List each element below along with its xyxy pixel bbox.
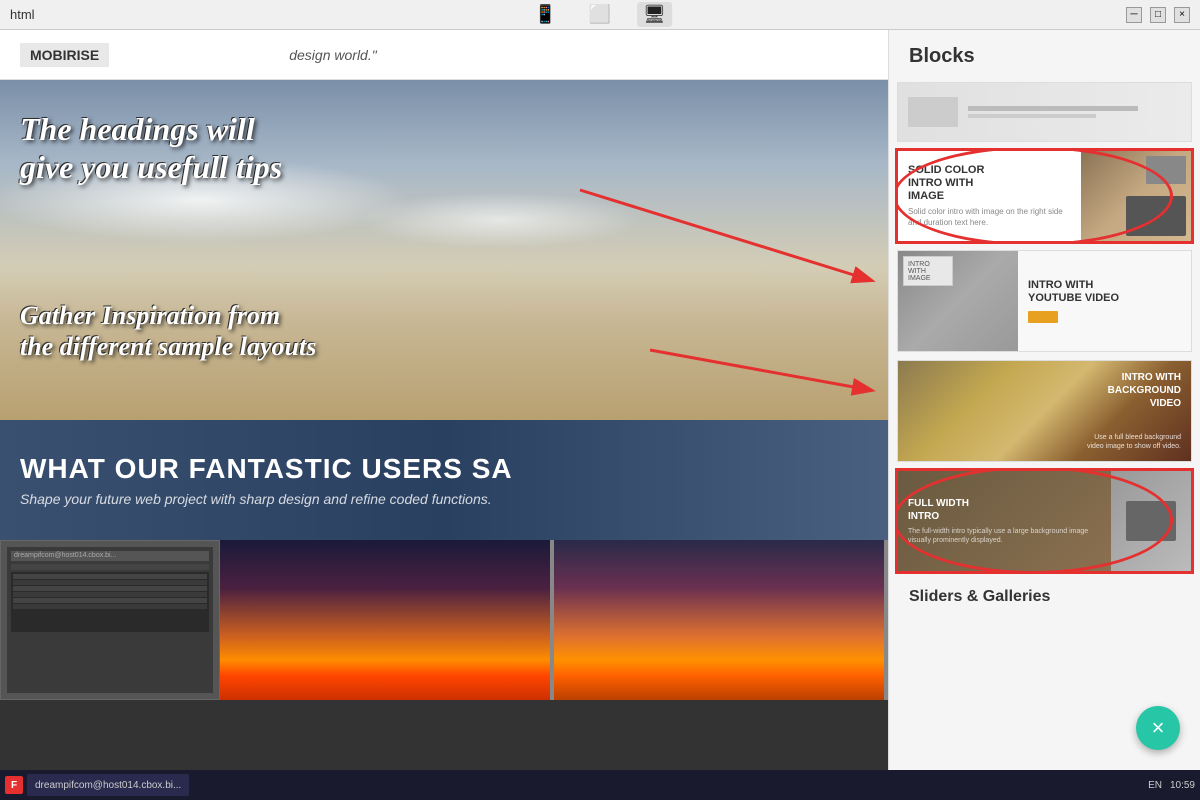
card-fullwidth-text: The full-width intro typically use a lar… <box>908 527 1101 545</box>
card-youtube-left: INTRO WITHIMAGE <box>898 251 1018 351</box>
block-card-solid-intro[interactable]: SOLID COLORINTRO WITHIMAGE Solid color i… <box>897 150 1192 242</box>
block-card-youtube[interactable]: INTRO WITHIMAGE INTRO WITHYOUTUBE VIDEO <box>897 250 1192 352</box>
taskbar-app-icon[interactable]: F <box>5 776 23 794</box>
testimonial-section: WHAT OUR FANTASTIC USERS SA Shape your f… <box>0 420 888 540</box>
hero-text-1: The headings willgive you usefull tips <box>20 110 282 187</box>
content-area: MOBIRISE design world." The headings wil… <box>0 30 888 800</box>
card-fullwidth-title: FULL WIDTHINTRO <box>908 497 1101 523</box>
sidebar-title: Blocks <box>889 30 1200 78</box>
card-youtube-btn <box>1028 311 1058 323</box>
sidebar[interactable]: Blocks SOLID COLORINTRO WITHIMAGE Solid … <box>888 30 1200 800</box>
taskbar-time: 10:59 <box>1170 780 1195 791</box>
title-bar: html 📱 ⬜ 🖥 ─ □ × <box>0 0 1200 30</box>
taskbar-right: EN 10:59 <box>1148 780 1195 791</box>
strip-file-manager: dreampifcom@host014.cbox.bi... <box>0 540 220 700</box>
window-controls: ─ □ × <box>1126 7 1190 23</box>
hero-text-2: Gather Inspiration fromthe different sam… <box>20 300 316 362</box>
desktop-view-icon[interactable]: 🖥 <box>637 2 672 27</box>
block-card-slim[interactable] <box>897 82 1192 142</box>
view-toggle: 📱 ⬜ 🖥 <box>528 2 672 27</box>
card-youtube-title: INTRO WITHYOUTUBE VIDEO <box>1028 279 1181 305</box>
card-youtube-right: INTRO WITHYOUTUBE VIDEO <box>1018 251 1191 351</box>
block-card-fullwidth[interactable]: FULL WIDTHINTRO The full-width intro typ… <box>897 470 1192 572</box>
strip-image-1 <box>220 540 550 700</box>
block-card-bgvideo[interactable]: INTRO WITHBACKGROUNDVIDEO Use a full ble… <box>897 360 1192 462</box>
quote-text: design world." <box>289 47 376 63</box>
card-bgvideo-desc: Use a full bleed background video image … <box>1081 433 1181 451</box>
tablet-view-icon[interactable]: ⬜ <box>583 2 617 27</box>
card-solid-left: SOLID COLORINTRO WITHIMAGE Solid color i… <box>898 151 1081 241</box>
maximize-button[interactable]: □ <box>1150 7 1166 23</box>
file-manager-preview: dreampifcom@host014.cbox.bi... <box>6 546 214 694</box>
main-layout: MOBIRISE design world." The headings wil… <box>0 30 1200 800</box>
fab-close-button[interactable]: × <box>1136 706 1180 750</box>
card-bgvideo-inner: INTRO WITHBACKGROUNDVIDEO Use a full ble… <box>898 361 1191 461</box>
sliders-section-label: Sliders & Galleries <box>889 576 1200 614</box>
card-youtube-inner: INTRO WITHIMAGE INTRO WITHYOUTUBE VIDEO <box>898 251 1191 351</box>
card-solid-title: SOLID COLORINTRO WITHIMAGE <box>908 164 1071 204</box>
brand-logo: MOBIRISE <box>20 43 109 67</box>
image-strip: dreampifcom@host014.cbox.bi... <box>0 540 888 700</box>
hero-section: The headings willgive you usefull tips G… <box>0 80 888 420</box>
top-nav: MOBIRISE design world." <box>0 30 888 80</box>
title-filename: html <box>10 7 35 22</box>
mobile-view-icon[interactable]: 📱 <box>528 2 562 27</box>
testimonial-heading: WHAT OUR FANTASTIC USERS SA <box>20 453 868 485</box>
taskbar-item-filemanager[interactable]: dreampifcom@host014.cbox.bi... <box>27 774 189 796</box>
taskbar-locale: EN <box>1148 780 1162 791</box>
card-solid-right <box>1081 151 1191 241</box>
card-solid-intro-inner: SOLID COLORINTRO WITHIMAGE Solid color i… <box>898 151 1191 241</box>
card-laptop-image <box>1126 196 1186 236</box>
card-fullwidth-right <box>1111 471 1191 571</box>
minimize-button[interactable]: ─ <box>1126 7 1142 23</box>
card-fullwidth-inner: FULL WIDTHINTRO The full-width intro typ… <box>898 471 1191 571</box>
close-button[interactable]: × <box>1174 7 1190 23</box>
card-fullwidth-left: FULL WIDTHINTRO The full-width intro typ… <box>898 471 1111 571</box>
testimonial-sub: Shape your future web project with sharp… <box>20 491 868 507</box>
card-youtube-overlay: INTRO WITHIMAGE <box>903 256 953 286</box>
taskbar: F dreampifcom@host014.cbox.bi... EN 10:5… <box>0 770 1200 800</box>
card-solid-text: Solid color intro with image on the righ… <box>908 207 1071 228</box>
card-bgvideo-title: INTRO WITHBACKGROUNDVIDEO <box>1108 371 1181 410</box>
strip-image-2 <box>554 540 884 700</box>
